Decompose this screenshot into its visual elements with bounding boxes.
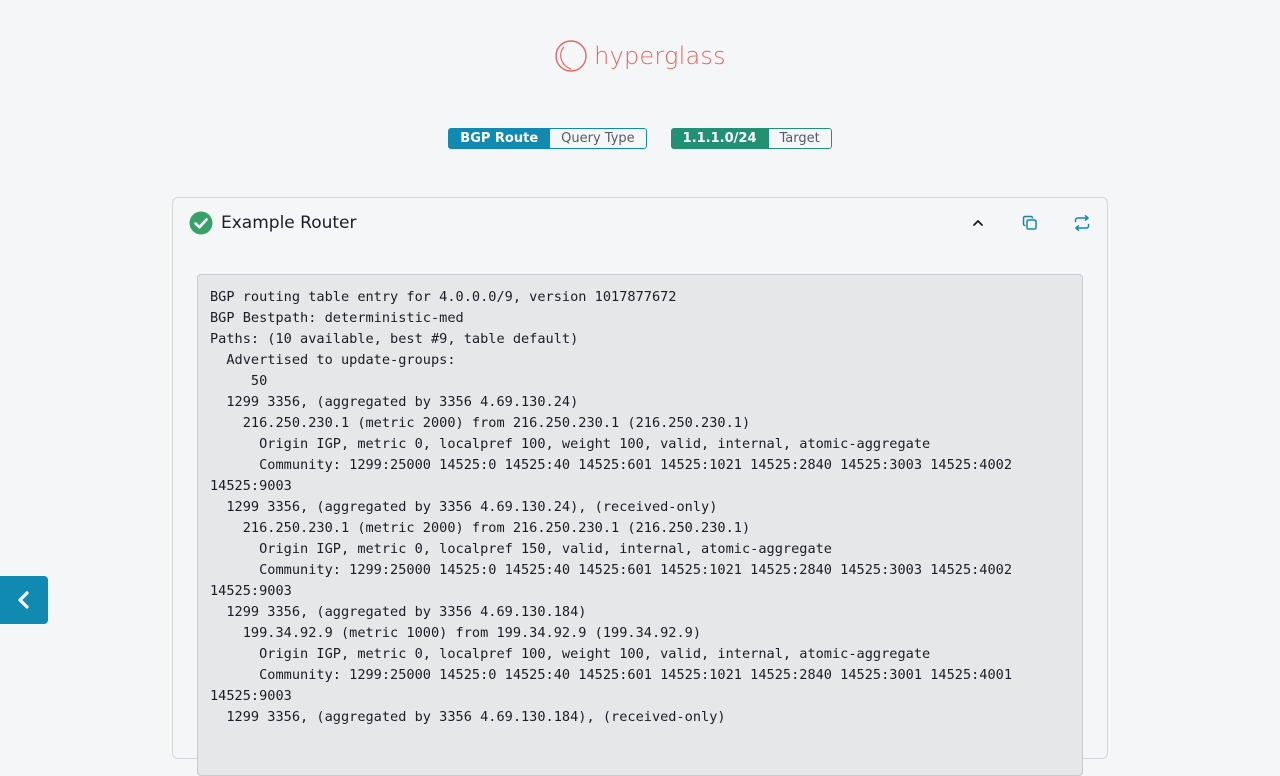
copy-button[interactable] xyxy=(1021,214,1039,232)
refresh-icon xyxy=(1074,215,1090,231)
success-check-icon xyxy=(189,211,213,235)
back-button[interactable] xyxy=(0,576,48,624)
result-card: Example Router BGP routing table entry f… xyxy=(172,197,1108,776)
collapse-button[interactable] xyxy=(969,214,987,232)
router-name: Example Router xyxy=(221,213,357,233)
result-actions xyxy=(969,214,1091,232)
chevron-up-icon xyxy=(973,220,983,226)
query-type-tag: BGP Route Query Type xyxy=(448,128,647,149)
chevron-left-icon xyxy=(18,591,29,609)
query-type-value: BGP Route xyxy=(448,128,551,149)
query-target-tag: 1.1.1.0/24 Target xyxy=(670,128,832,149)
brand-name: hyperglass xyxy=(594,42,726,70)
result-header[interactable]: Example Router xyxy=(189,210,1091,236)
query-summary: BGP Route Query Type 1.1.1.0/24 Target xyxy=(0,128,1280,149)
query-type-label: Query Type xyxy=(550,128,647,149)
logo[interactable]: hyperglass xyxy=(0,38,1280,74)
query-target-value: 1.1.1.0/24 xyxy=(670,128,769,149)
query-target-label: Target xyxy=(768,128,832,149)
hyperglass-logo-icon xyxy=(555,40,587,72)
bgp-output-text: BGP routing table entry for 4.0.0.0/9, v… xyxy=(210,289,1013,725)
requery-button[interactable] xyxy=(1073,214,1091,232)
copy-icon xyxy=(1022,215,1037,230)
bgp-output-box: BGP routing table entry for 4.0.0.0/9, v… xyxy=(197,274,1083,776)
